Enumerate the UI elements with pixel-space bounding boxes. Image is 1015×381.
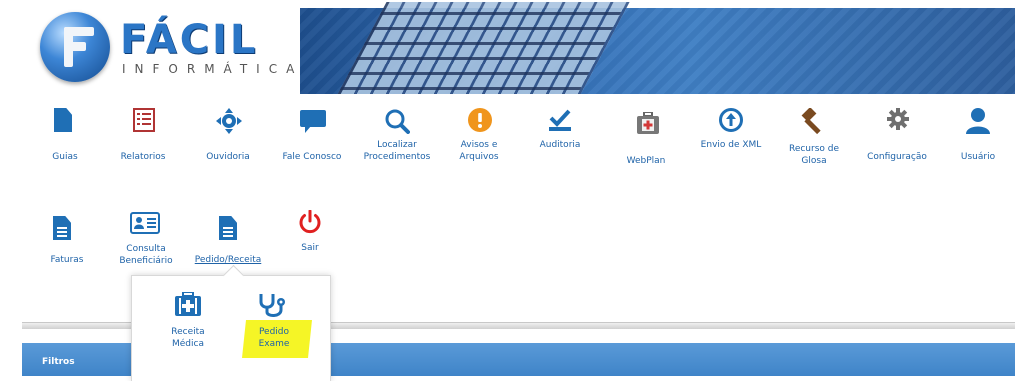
menu-localizar-procedimentos[interactable]: Localizar Procedimentos — [356, 108, 438, 172]
user-icon — [966, 108, 990, 138]
menu-usuario-label: Usuário — [960, 152, 996, 162]
menu-ouvidoria[interactable]: Ouvidoria — [197, 108, 259, 168]
menu-fale-conosco[interactable]: Fale Conosco — [276, 108, 348, 168]
id-card-icon — [130, 212, 160, 238]
menu-guias-label: Guias — [52, 152, 78, 162]
menu-guias[interactable]: Guias — [40, 108, 90, 168]
menu-usuario[interactable]: Usuário — [950, 108, 1006, 168]
popup-receita-line1: Receita — [171, 327, 205, 337]
menu-auditoria-label: Auditoria — [539, 140, 581, 150]
menu-sair-label: Sair — [301, 243, 319, 253]
popup-receita-line2: Médica — [172, 339, 204, 349]
upload-icon — [719, 108, 743, 136]
menu-avisos-line2: Arquivos — [459, 152, 499, 162]
search-icon — [384, 108, 410, 138]
popup-receita-medica[interactable]: Receita Médica — [160, 291, 216, 354]
document-icon — [53, 216, 71, 240]
menu-recurso-line2: Glosa — [801, 156, 827, 166]
chat-icon — [300, 110, 326, 138]
menu-faturas[interactable]: Faturas — [42, 216, 92, 272]
header-banner: FÁCIL INFORMÁTICA — [0, 0, 1015, 94]
gear-icon — [887, 108, 909, 134]
document-icon — [219, 216, 237, 240]
popup-pedido-line2: Exame — [258, 339, 290, 349]
menu-fale-conosco-label: Fale Conosco — [282, 152, 342, 162]
gavel-icon — [800, 107, 828, 140]
menu-recurso-line1: Recurso de — [788, 144, 840, 154]
menu-sair[interactable]: Sair — [290, 209, 330, 266]
menu-consulta-line2: Beneficiário — [119, 256, 173, 266]
medical-kit-icon — [636, 111, 660, 140]
menu-recurso-glosa[interactable]: Recurso de Glosa — [782, 107, 846, 172]
logo-title: FÁCIL — [120, 17, 259, 63]
logo-subtitle: INFORMÁTICA — [122, 62, 304, 76]
logo-f-icon — [58, 27, 96, 67]
popup-pedido-exame[interactable]: Pedido Exame — [246, 292, 302, 354]
alert-icon — [468, 108, 492, 136]
menu-envio-xml[interactable]: Envio de XML — [695, 108, 767, 168]
menu-avisos-arquivos[interactable]: Avisos e Arquivos — [447, 108, 511, 172]
power-icon — [298, 209, 322, 238]
menu-localizar-line2: Procedimentos — [363, 152, 431, 162]
document-icon — [54, 108, 72, 132]
menu-webplan[interactable]: WebPlan — [618, 108, 674, 172]
menu-configuracao-label: Configuração — [867, 152, 927, 162]
menu-ouvidoria-label: Ouvidoria — [206, 152, 250, 162]
menu-relatorios-label: Relatorios — [120, 152, 166, 162]
menu-avisos-line1: Avisos e — [460, 140, 498, 150]
menu-auditoria[interactable]: Auditoria — [532, 108, 588, 168]
menu-envio-xml-label: Envio de XML — [700, 140, 762, 150]
filters-title: Filtros — [42, 357, 75, 367]
menu-pedido-receita[interactable]: Pedido/Receita — [186, 216, 270, 272]
move-icon — [216, 108, 242, 138]
menu-configuracao[interactable]: Configuração — [860, 108, 934, 168]
menu-consulta-line1: Consulta — [126, 244, 166, 254]
medical-case-icon — [175, 291, 201, 320]
report-icon — [133, 108, 155, 136]
stethoscope-icon — [258, 292, 288, 322]
menu-webplan-label: WebPlan — [626, 156, 666, 166]
menu-faturas-label: Faturas — [50, 255, 84, 265]
menu-relatorios[interactable]: Relatorios — [112, 108, 174, 168]
menu-pedido-receita-label: Pedido/Receita — [194, 255, 262, 265]
popup-pedido-line1: Pedido — [258, 327, 290, 337]
menu-localizar-line1: Localizar — [377, 140, 417, 150]
menu-consulta-beneficiario[interactable]: Consulta Beneficiário — [112, 212, 180, 272]
checkmark-icon — [548, 108, 572, 136]
